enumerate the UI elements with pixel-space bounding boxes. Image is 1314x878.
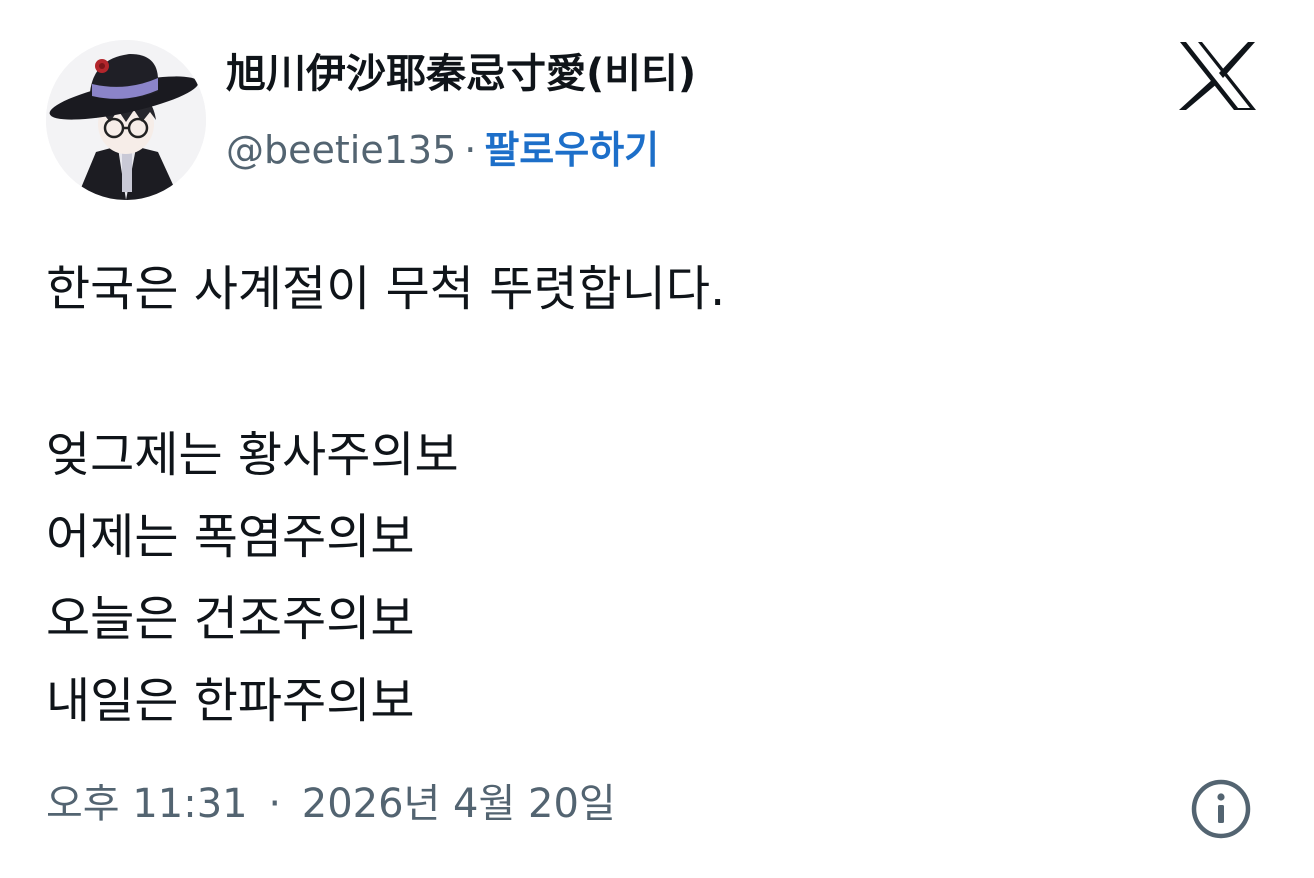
tweet-date[interactable]: 2026년 4월 20일 [302,781,616,827]
handle-row: @beetie135 · 팔로우하기 [226,128,659,172]
tweet-meta: 오후 11:31 · 2026년 4월 20일 [46,782,616,826]
x-logo-icon[interactable] [1178,40,1258,112]
handle-separator: · [464,128,477,172]
tweet-time[interactable]: 오후 11:31 [46,781,248,827]
tweet-text: 한국은 사계절이 무척 뚜렷합니다. 엊그제는 황사주의보 어제는 폭염주의보 … [46,248,725,742]
meta-separator: · [268,781,282,827]
author-display-name[interactable]: 旭川伊沙耶秦忌寸愛(비티) [226,52,696,96]
avatar[interactable] [46,40,206,200]
tweet-line: 한국은 사계절이 무척 뚜렷합니다. [46,261,726,317]
author-handle[interactable]: @beetie135 [226,128,456,172]
tweet-line: 어제는 폭염주의보 [46,509,415,565]
tweet-card: 旭川伊沙耶秦忌寸愛(비티) @beetie135 · 팔로우하기 한국은 사계절이 … [0,0,1314,878]
avatar-illustration [46,40,206,200]
follow-button[interactable]: 팔로우하기 [484,128,659,172]
info-icon[interactable] [1190,778,1252,840]
tweet-line: 오늘은 건조주의보 [46,591,415,647]
tweet-line: 엊그제는 황사주의보 [46,427,459,483]
tweet-line: 내일은 한파주의보 [46,673,415,729]
